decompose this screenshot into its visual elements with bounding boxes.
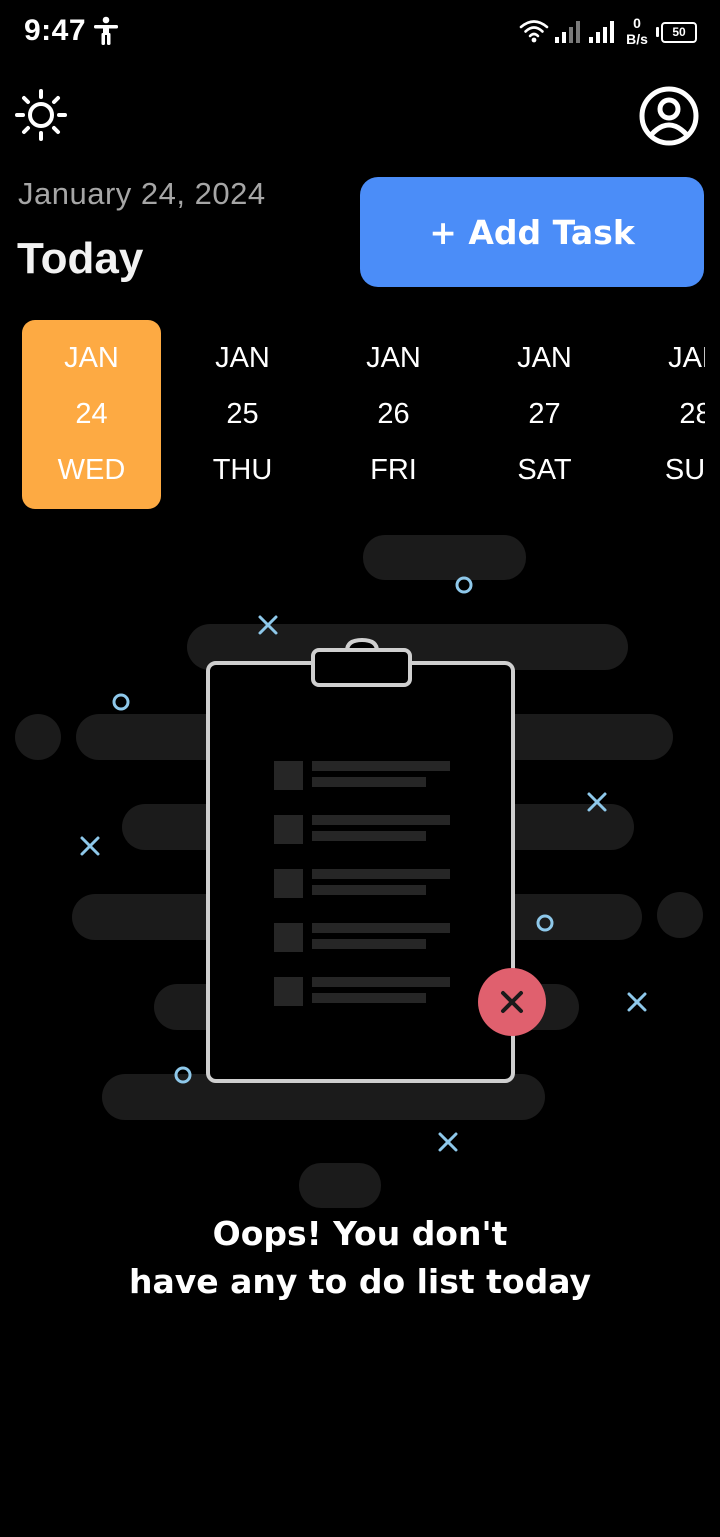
date-strip[interactable]: JAN 24 WED JAN 25 THU JAN 26 FRI JAN 27 … [0,320,705,510]
date-month: JAN [64,342,119,374]
date-day: 28 [679,398,705,430]
status-bar: 9:47 0 B/s 50 [0,0,720,66]
empty-clipboard-illustration [15,535,703,1208]
date-weekday: SUN [664,454,705,486]
current-date: January 24, 2024 [18,176,266,211]
date-day: 25 [226,398,259,430]
date-item[interactable]: JAN 25 THU [173,320,312,509]
accessibility-icon [94,16,118,45]
date-day: 27 [528,398,561,430]
date-item[interactable]: JAN 26 FRI [324,320,463,509]
status-time: 9:47 [24,14,87,47]
signal-icon [555,21,580,43]
date-weekday: FRI [370,454,417,486]
add-task-button[interactable]: + Add Task [360,177,704,287]
empty-state-message: Oops! You don't have any to do list toda… [0,1210,720,1306]
network-speed: 0 B/s [626,15,648,47]
date-item[interactable]: JAN 27 SAT [475,320,614,509]
signal-icon-2 [589,21,614,43]
date-month: JAN [366,342,421,374]
battery-icon: 50 [656,22,697,43]
date-day: 24 [75,398,108,430]
date-item-selected[interactable]: JAN 24 WED [22,320,161,509]
date-month: JAN [215,342,270,374]
date-item[interactable]: JAN 28 SUN [626,320,705,509]
empty-state-line-2: have any to do list today [129,1262,591,1301]
wifi-icon [519,20,549,43]
date-day: 26 [377,398,410,430]
date-weekday: THU [212,454,273,486]
date-weekday: SAT [517,454,572,486]
user-circle-icon[interactable] [638,85,700,147]
date-weekday: WED [57,454,126,486]
empty-state-line-1: Oops! You don't [212,1214,508,1253]
date-month: JAN [517,342,572,374]
page-title: Today [17,234,144,283]
date-month: JAN [668,342,705,374]
sun-icon[interactable] [14,88,68,142]
battery-level: 50 [661,22,697,43]
